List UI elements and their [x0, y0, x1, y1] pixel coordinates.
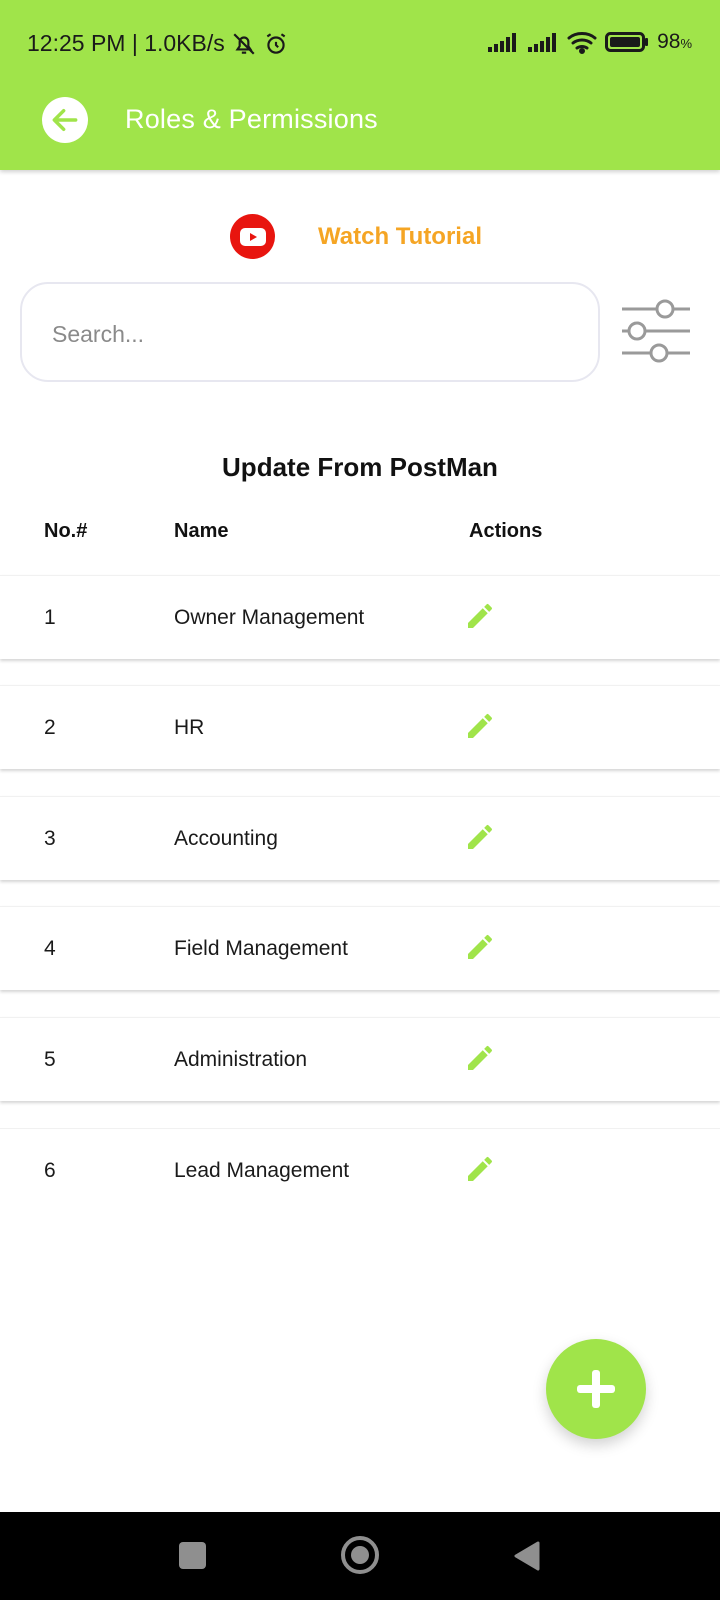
filter-sliders-icon[interactable]: [618, 298, 690, 366]
watch-tutorial-label: Watch Tutorial: [318, 222, 482, 250]
row-name: Owner Management: [174, 606, 365, 629]
status-time: 12:25 PM | 1.0KB/s: [27, 30, 225, 56]
table-row: 5 Administration: [0, 1017, 720, 1101]
status-bar: 12:25 PM | 1.0KB/s 98%: [0, 0, 720, 88]
table-row: 6 Lead Management: [0, 1128, 720, 1212]
row-number: 2: [44, 716, 56, 739]
alarm-icon: [266, 32, 286, 54]
system-nav-bar: [0, 1512, 720, 1600]
edit-icon[interactable]: [464, 1153, 496, 1185]
home-button[interactable]: [341, 1536, 379, 1574]
row-number: 6: [44, 1159, 56, 1182]
battery-percent: 98%: [657, 30, 692, 53]
recents-button[interactable]: [179, 1542, 206, 1569]
edit-icon[interactable]: [464, 600, 496, 632]
search-input[interactable]: [52, 314, 572, 354]
edit-icon[interactable]: [464, 821, 496, 853]
nav-back-button[interactable]: [512, 1540, 540, 1572]
app-header: 12:25 PM | 1.0KB/s 98% Roles & Permissio…: [0, 0, 720, 170]
row-number: 5: [44, 1048, 56, 1071]
table-row: 1 Owner Management: [0, 575, 720, 659]
wifi-icon: [567, 32, 597, 54]
row-number: 4: [44, 937, 56, 960]
watch-tutorial-link[interactable]: Watch Tutorial: [230, 214, 482, 259]
edit-icon[interactable]: [464, 710, 496, 742]
battery-icon: [605, 32, 649, 52]
edit-icon[interactable]: [464, 931, 496, 963]
row-name: HR: [174, 716, 205, 739]
table-row: 4 Field Management: [0, 906, 720, 990]
edit-icon[interactable]: [464, 1042, 496, 1074]
table-title: Update From PostMan: [222, 452, 498, 482]
table-row: 3 Accounting: [0, 796, 720, 880]
signal-icon: [488, 33, 517, 52]
search-box[interactable]: [20, 282, 600, 382]
header-actions: Actions: [469, 520, 543, 542]
add-role-button[interactable]: [546, 1339, 646, 1439]
row-number: 3: [44, 827, 56, 850]
row-name: Administration: [174, 1048, 308, 1071]
table-row: 2 HR: [0, 685, 720, 769]
header-no: No.#: [44, 520, 88, 542]
row-number: 1: [44, 606, 56, 629]
plus-icon: [577, 1370, 615, 1408]
row-name: Field Management: [174, 937, 348, 960]
youtube-icon: [230, 214, 275, 259]
page-title: Roles & Permissions: [125, 104, 378, 134]
header-name: Name: [174, 520, 229, 542]
back-arrow-icon: [52, 108, 78, 132]
bell-off-icon: [233, 32, 255, 55]
back-button[interactable]: [42, 97, 88, 143]
row-name: Accounting: [174, 827, 278, 850]
row-name: Lead Management: [174, 1159, 350, 1182]
table-header: No.# Name Actions: [0, 520, 720, 550]
signal-icon: [528, 33, 557, 52]
